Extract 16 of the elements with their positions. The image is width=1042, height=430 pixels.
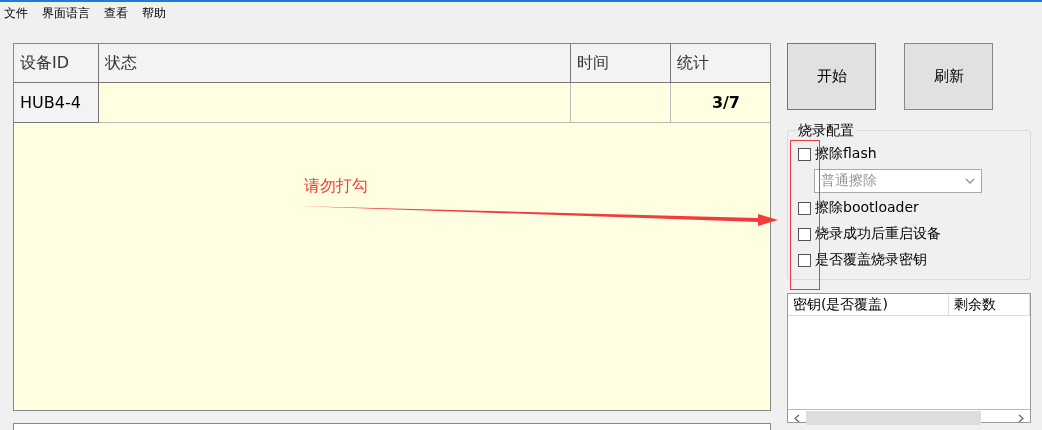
column-header[interactable]: 统计	[671, 44, 770, 83]
action-button[interactable]: 开始	[787, 43, 876, 110]
column-header[interactable]: 状态	[99, 44, 571, 83]
table-cell: HUB4-4	[14, 83, 99, 123]
column-header[interactable]: 密钥(是否覆盖)	[788, 294, 949, 315]
column-header[interactable]: 时间	[571, 44, 671, 83]
menu-item[interactable]: 帮助	[142, 5, 166, 21]
menu-item[interactable]: 查看	[104, 5, 128, 21]
column-header[interactable]: 剩余数	[949, 294, 1030, 315]
annotation-text: 请勿打勾	[304, 176, 368, 197]
menu-item[interactable]: 界面语言	[42, 5, 90, 21]
action-button[interactable]: 刷新	[904, 43, 993, 110]
menu-item[interactable]: 文件	[4, 5, 28, 21]
group-title: 烧录配置	[796, 122, 856, 140]
column-header[interactable]: 设备ID	[14, 44, 99, 83]
table-cell: 3/7	[671, 83, 770, 123]
